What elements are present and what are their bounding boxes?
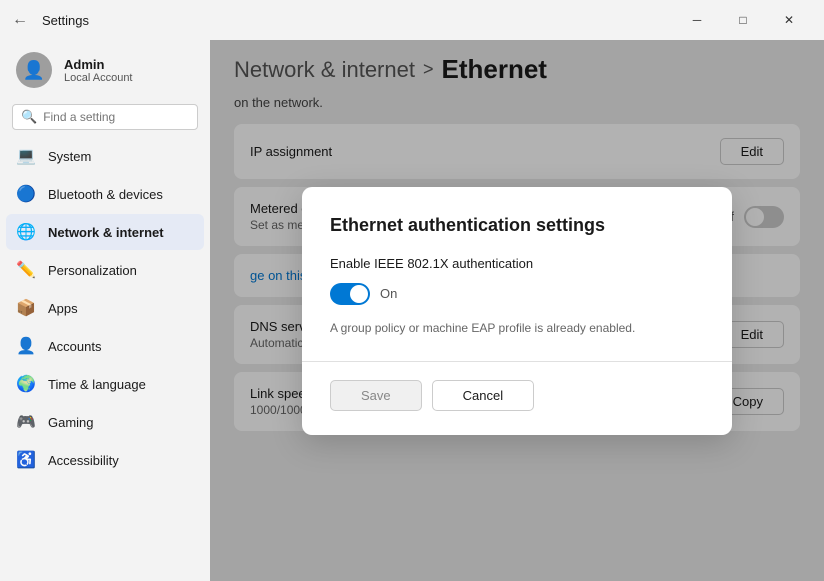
modal-field-label: Enable IEEE 802.1X authentication: [330, 256, 704, 271]
sidebar-item-label: Gaming: [48, 415, 94, 430]
sidebar-item-label: Time & language: [48, 377, 146, 392]
bluetooth-icon: 🔵: [16, 184, 36, 204]
titlebar: ← Settings ─ □ ✕: [0, 0, 824, 40]
network-icon: 🌐: [16, 222, 36, 242]
user-info: Admin Local Account: [64, 57, 133, 84]
search-input[interactable]: [43, 110, 189, 124]
sidebar: 👤 Admin Local Account 🔍 💻 System 🔵 Bluet…: [0, 40, 210, 581]
close-button[interactable]: ✕: [766, 4, 812, 36]
sidebar-item-time[interactable]: 🌍 Time & language: [6, 366, 204, 402]
modal-toggle-thumb: [350, 285, 368, 303]
user-role: Local Account: [64, 72, 133, 84]
modal-toggle-row: On: [330, 283, 704, 305]
sidebar-item-label: Bluetooth & devices: [48, 187, 163, 202]
modal-actions: Save Cancel: [330, 380, 704, 411]
accessibility-icon: ♿: [16, 450, 36, 470]
sidebar-item-label: System: [48, 149, 91, 164]
gaming-icon: 🎮: [16, 412, 36, 432]
sidebar-item-label: Personalization: [48, 263, 137, 278]
modal: Ethernet authentication settings Enable …: [302, 187, 732, 435]
system-icon: 💻: [16, 146, 36, 166]
app-body: 👤 Admin Local Account 🔍 💻 System 🔵 Bluet…: [0, 40, 824, 581]
sidebar-item-label: Apps: [48, 301, 78, 316]
sidebar-item-accessibility[interactable]: ♿ Accessibility: [6, 442, 204, 478]
modal-info: A group policy or machine EAP profile is…: [330, 319, 704, 337]
sidebar-item-network[interactable]: 🌐 Network & internet: [6, 214, 204, 250]
search-box[interactable]: 🔍: [12, 104, 198, 130]
main-content: Network & internet > Ethernet on the net…: [210, 40, 824, 581]
time-icon: 🌍: [16, 374, 36, 394]
apps-icon: 📦: [16, 298, 36, 318]
maximize-button[interactable]: □: [720, 4, 766, 36]
titlebar-title: Settings: [42, 13, 89, 28]
sidebar-item-label: Accessibility: [48, 453, 119, 468]
cancel-button[interactable]: Cancel: [432, 380, 534, 411]
titlebar-left: ← Settings: [12, 11, 89, 29]
save-button[interactable]: Save: [330, 380, 422, 411]
accounts-icon: 👤: [16, 336, 36, 356]
sidebar-item-bluetooth[interactable]: 🔵 Bluetooth & devices: [6, 176, 204, 212]
sidebar-item-system[interactable]: 💻 System: [6, 138, 204, 174]
modal-title: Ethernet authentication settings: [330, 215, 704, 236]
modal-divider: [302, 361, 732, 362]
sidebar-item-accounts[interactable]: 👤 Accounts: [6, 328, 204, 364]
search-icon: 🔍: [21, 109, 37, 125]
sidebar-item-label: Network & internet: [48, 225, 164, 240]
back-arrow[interactable]: ←: [12, 11, 28, 29]
modal-toggle[interactable]: [330, 283, 370, 305]
sidebar-item-gaming[interactable]: 🎮 Gaming: [6, 404, 204, 440]
sidebar-item-label: Accounts: [48, 339, 101, 354]
personalization-icon: ✏️: [16, 260, 36, 280]
nav-list: 💻 System 🔵 Bluetooth & devices 🌐 Network…: [0, 138, 210, 581]
titlebar-controls: ─ □ ✕: [674, 4, 812, 36]
avatar: 👤: [16, 52, 52, 88]
modal-overlay: Ethernet authentication settings Enable …: [210, 40, 824, 581]
minimize-button[interactable]: ─: [674, 4, 720, 36]
sidebar-item-apps[interactable]: 📦 Apps: [6, 290, 204, 326]
sidebar-item-personalization[interactable]: ✏️ Personalization: [6, 252, 204, 288]
user-name: Admin: [64, 57, 133, 72]
modal-toggle-label: On: [380, 286, 397, 301]
user-section: 👤 Admin Local Account: [0, 40, 210, 100]
